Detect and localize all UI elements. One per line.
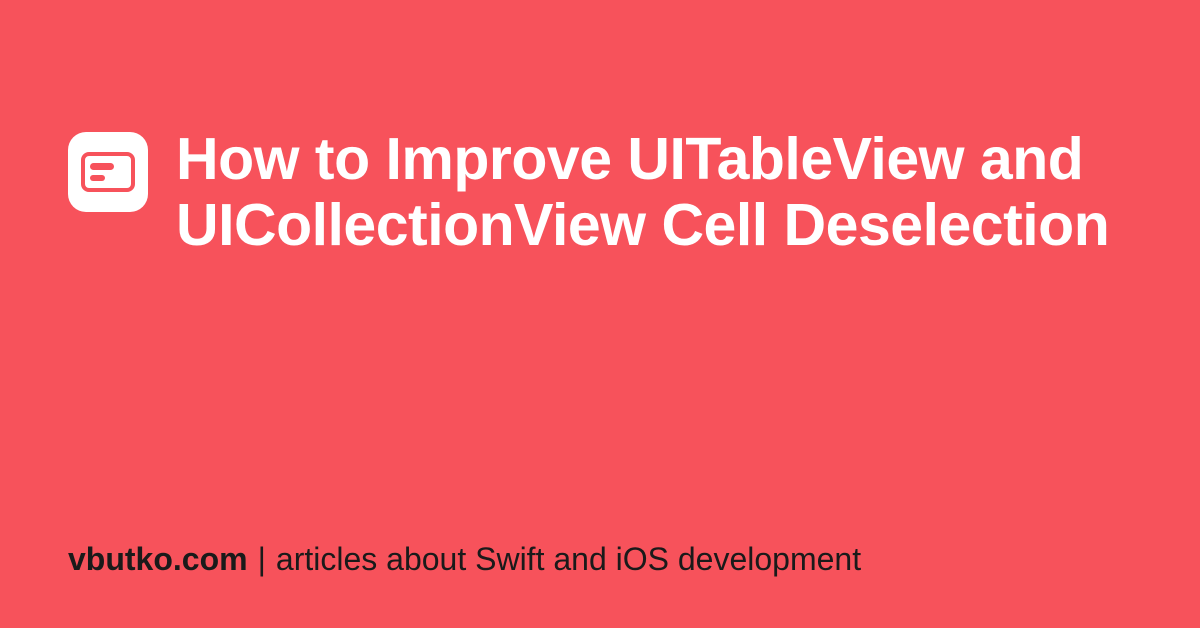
site-name: vbutko.com (68, 541, 248, 578)
card-container: How to Improve UITableView and UICollect… (0, 0, 1200, 628)
cell-icon (81, 152, 135, 192)
footer: vbutko.com | articles about Swift and iO… (68, 541, 1132, 578)
tagline: articles about Swift and iOS development (276, 541, 861, 578)
header-row: How to Improve UITableView and UICollect… (68, 126, 1132, 258)
article-title: How to Improve UITableView and UICollect… (176, 126, 1132, 258)
separator: | (258, 541, 266, 578)
app-icon-box (68, 132, 148, 212)
